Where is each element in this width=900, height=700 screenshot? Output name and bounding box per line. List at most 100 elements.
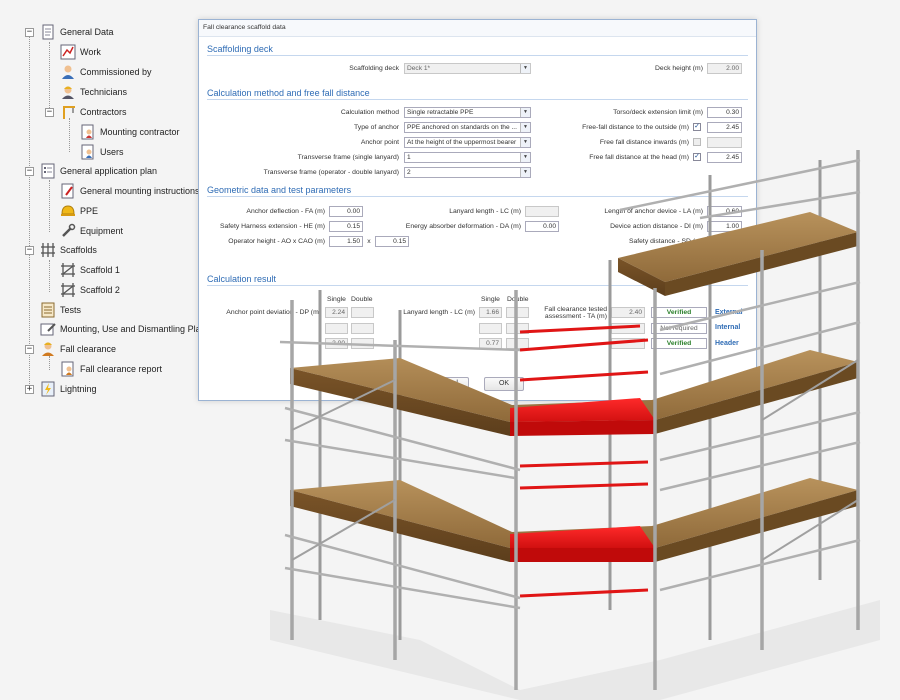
transverse-double-label: Transverse frame (operator - double lany… [263, 169, 399, 176]
safety-distance-label: Safety distance - SD (m) [628, 238, 703, 245]
tree-item-scaffold-1[interactable]: Scaffold 1 [60, 262, 120, 278]
tree-item-fall-clearance-report[interactable]: Fall clearance report [60, 361, 162, 377]
chevron-down-icon: ▼ [520, 123, 530, 132]
chevron-down-icon: ▼ [520, 153, 530, 162]
safety-distance-field[interactable]: 1.00 [707, 236, 742, 247]
scaffold-icon [60, 282, 76, 298]
tree-item-general-mounting-instructions[interactable]: General mounting instructions [60, 183, 200, 199]
section-scaffolding-deck: Scaffolding deck [207, 44, 748, 56]
tree-item-commissioned-by[interactable]: Commissioned by [60, 64, 152, 80]
calculation-method-select[interactable]: Single retractable PPE ▼ [404, 107, 531, 118]
anchor-deviation-single-1: 2.24 [325, 307, 348, 318]
ff-inwards-checkbox[interactable] [693, 138, 701, 146]
scaffolds-icon [40, 242, 56, 258]
deck-height-label: Deck height (m) [655, 65, 703, 72]
type-of-anchor-select[interactable]: PPE anchored on standards on the ... ▼ [404, 122, 531, 133]
tree-line [49, 42, 50, 114]
deck-height-field[interactable]: 2.00 [707, 63, 742, 74]
anchor-deflection-field[interactable]: 0.00 [329, 206, 363, 217]
users-document-icon [80, 144, 96, 160]
operator-height-label: Operator height - AO x CAO (m) [228, 238, 325, 245]
tree-item-scaffold-2[interactable]: Scaffold 2 [60, 282, 120, 298]
anchor-point-select[interactable]: At the height of the uppermost bearer ▼ [404, 137, 531, 148]
chevron-down-icon: ▼ [520, 108, 530, 117]
status-badge: Not required [651, 323, 707, 334]
tree-item-ppe[interactable]: PPE [60, 203, 98, 219]
calculation-method-label: Calculation method [340, 109, 399, 116]
harness-extension-field[interactable]: 0.15 [329, 221, 363, 232]
tree-item-contractors[interactable]: Contractors [60, 104, 127, 120]
tree-item-general-application-plan[interactable]: General application plan [40, 163, 157, 179]
tree-item-equipment[interactable]: Equipment [60, 223, 123, 239]
tree-item-mounting-use-dismantling-plan[interactable]: Mounting, Use and Dismantling Plan [40, 321, 206, 337]
chevron-down-icon: ▼ [520, 64, 530, 73]
worker-icon [40, 341, 56, 357]
lower-deck [290, 478, 858, 562]
anchor-deviation-single-3: 2.00 [325, 338, 348, 349]
tree-item-scaffolds[interactable]: Scaffolds [40, 242, 97, 258]
scaffolding-deck-select[interactable]: Deck 1* ▼ [404, 63, 531, 74]
lanyard-length-field[interactable] [525, 206, 559, 217]
operator-cao-field[interactable]: 0.15 [375, 236, 409, 247]
ff-head-checkbox[interactable]: ✓ [693, 153, 701, 161]
anchor-device-length-field[interactable]: 0.60 [707, 206, 742, 217]
expand-toggle[interactable]: − [25, 28, 34, 37]
side-label-external: External [715, 309, 743, 316]
chevron-down-icon: ▼ [520, 168, 530, 177]
anchor-deviation-label: Anchor point deviation - DP (m) [226, 309, 321, 316]
ground-shadow [270, 600, 880, 700]
anchor-device-length-label: Length of anchor device - LA (m) [604, 208, 703, 215]
chevron-down-icon: ▼ [520, 138, 530, 147]
document-icon [40, 24, 56, 40]
result-lanyard-single-2 [479, 323, 502, 334]
anchor-point-label: Anchor point [360, 139, 399, 146]
expand-toggle[interactable]: − [45, 108, 54, 117]
operator-height-field[interactable]: 1.50 [329, 236, 363, 247]
absorber-deformation-field[interactable]: 0.00 [525, 221, 559, 232]
expand-toggle[interactable]: − [25, 246, 34, 255]
tree-item-fall-clearance[interactable]: Fall clearance [40, 341, 116, 357]
work-chart-icon [60, 44, 76, 60]
tested-assessment-label: Fall clearance tested assessment - TA (m… [544, 306, 607, 320]
expand-toggle[interactable]: − [25, 167, 34, 176]
section-calculation-result: Calculation result [207, 274, 748, 286]
tree-item-general-data[interactable]: General Data [40, 24, 114, 40]
tree-item-users[interactable]: Users [80, 144, 124, 160]
anchor-deflection-label: Anchor deflection - FA (m) [246, 208, 325, 215]
torso-extension-field[interactable]: 0.30 [707, 107, 742, 118]
ff-head-label: Free fall distance at the head (m) [589, 154, 689, 161]
transverse-double-select[interactable]: 2 ▼ [404, 167, 531, 178]
section-calculation-method: Calculation method and free fall distanc… [207, 88, 748, 100]
single-column-header: Single [327, 296, 346, 303]
ff-inwards-field[interactable] [707, 137, 742, 148]
transverse-single-label: Transverse frame (single lanyard) [297, 154, 399, 161]
tree-line [49, 260, 50, 292]
cancel-button[interactable]: Cancel [425, 377, 469, 391]
tree-item-work[interactable]: Work [60, 44, 101, 60]
dialog-title: Fall clearance scaffold data [199, 20, 756, 37]
result-lanyard-label: Lanyard length - LC (m) [403, 309, 475, 316]
section-geometric-data: Geometric data and test parameters [207, 185, 748, 197]
ff-outside-label: Free-fall distance to the outside (m) [582, 124, 689, 131]
result-lanyard-single-1: 1.66 [479, 307, 502, 318]
fall-clearance-dialog: Fall clearance scaffold data Scaffolding… [198, 19, 757, 401]
expand-toggle[interactable]: − [25, 345, 34, 354]
tree-item-mounting-contractor[interactable]: Mounting contractor [80, 124, 180, 140]
device-action-field[interactable]: 1.00 [707, 221, 742, 232]
scaffolding-deck-label: Scaffolding deck [349, 65, 399, 72]
status-badge: Verified [651, 338, 707, 349]
tree-item-technicians[interactable]: Technicians [60, 84, 127, 100]
technician-icon [60, 84, 76, 100]
ok-button[interactable]: OK [484, 377, 524, 391]
ff-outside-checkbox[interactable]: ✓ [693, 123, 701, 131]
result-lanyard-single-3: 0.77 [479, 338, 502, 349]
project-tree: − − − − − + General Data Work Commission… [0, 0, 206, 420]
tree-item-lightning[interactable]: Lightning [40, 381, 97, 397]
anchor-deviation-double-2 [351, 323, 374, 334]
expand-toggle[interactable]: + [25, 385, 34, 394]
ff-inwards-label: Free fall distance inwards (m) [599, 139, 689, 146]
ff-head-field[interactable]: 2.45 [707, 152, 742, 163]
ff-outside-field[interactable]: 2.45 [707, 122, 742, 133]
tree-item-tests[interactable]: Tests [40, 302, 81, 318]
transverse-single-select[interactable]: 1 ▼ [404, 152, 531, 163]
